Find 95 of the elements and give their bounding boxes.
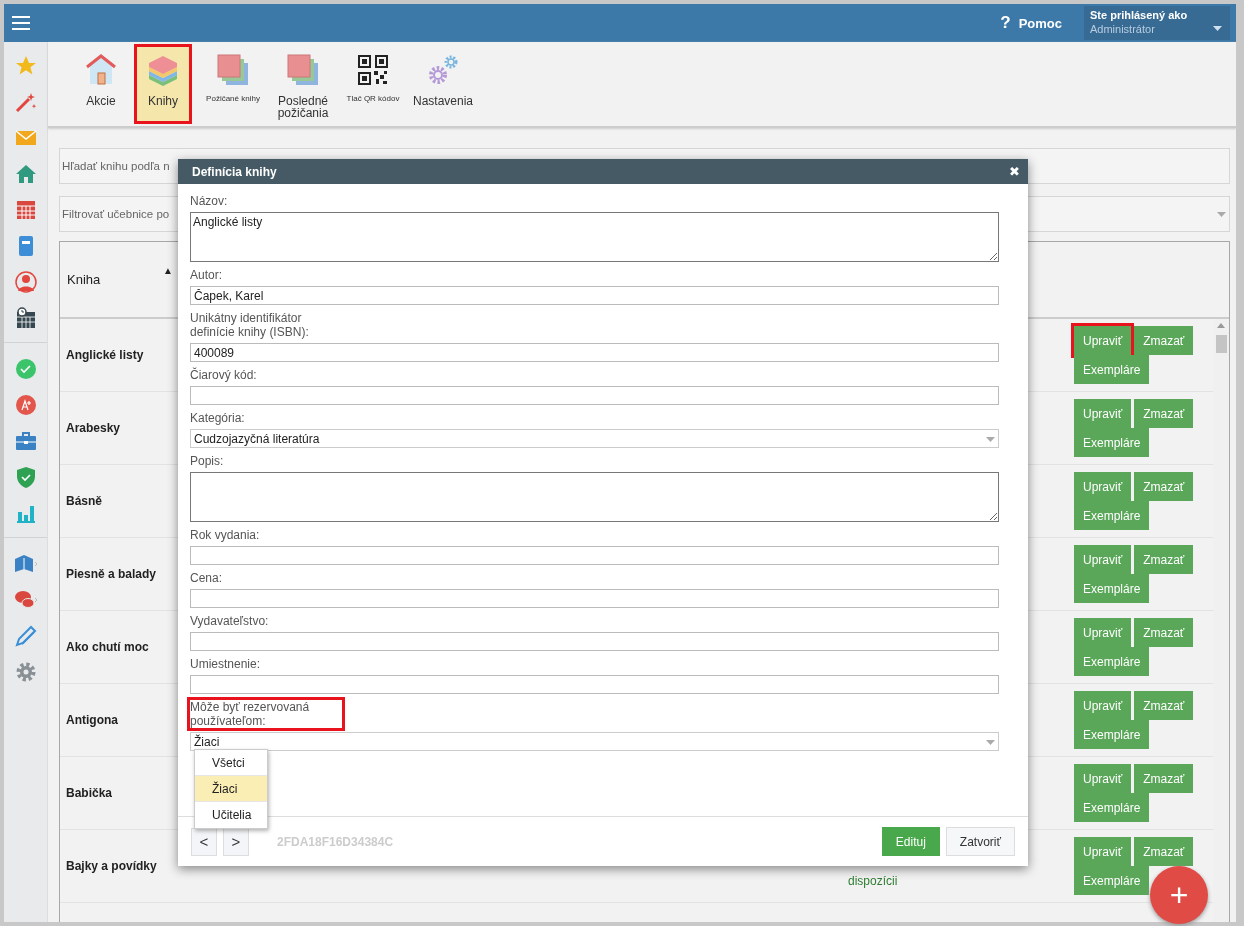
toolbar-button[interactable]: Nastavenia: [414, 44, 472, 124]
delete-button[interactable]: Zmazať: [1134, 399, 1194, 428]
caret-icon: [1217, 212, 1226, 217]
menu-icon[interactable]: [12, 16, 30, 30]
input-field[interactable]: [190, 675, 999, 694]
edit-button[interactable]: Upraviť: [1074, 545, 1132, 574]
toolbar-button[interactable]: Požičané knihy: [196, 44, 270, 124]
scroll-thumb[interactable]: [1216, 335, 1227, 353]
scroll-up-icon[interactable]: [1217, 323, 1225, 328]
help-link[interactable]: Pomoc: [1018, 15, 1062, 31]
book-title: Básně: [66, 494, 103, 508]
edit-button[interactable]: Upraviť: [1074, 618, 1132, 647]
check-circle-icon[interactable]: [13, 357, 38, 381]
pencil-icon[interactable]: [13, 624, 38, 648]
layers-icon: [146, 53, 180, 87]
field-label: Vydavateľstvo:: [189, 613, 270, 630]
field-label: Rok vydania:: [189, 527, 261, 544]
delete-button[interactable]: Zmazať: [1134, 545, 1194, 574]
select-field[interactable]: Žiaci: [190, 732, 999, 751]
input-field[interactable]: [190, 589, 999, 608]
field-label: Cena:: [189, 570, 224, 587]
delete-button[interactable]: Zmazať: [1134, 837, 1194, 866]
book-title: Arabesky: [66, 421, 121, 435]
delete-button[interactable]: Zmazať: [1134, 691, 1194, 720]
copies-button[interactable]: Exempláre: [1074, 793, 1150, 822]
copies-button[interactable]: Exempláre: [1074, 501, 1150, 530]
toolbar-button[interactable]: Knihy: [134, 44, 192, 124]
column-header[interactable]: Kniha: [67, 272, 163, 287]
edit-button[interactable]: Upraviť: [1074, 764, 1132, 793]
field-label: Popis:: [189, 453, 225, 470]
user-label: Ste prihlásený ako: [1090, 9, 1189, 21]
field-label: Môže byť rezervovaná používateľom:: [187, 697, 345, 731]
edit-button[interactable]: Upraviť: [1074, 472, 1132, 501]
toolbar-button[interactable]: Akcie: [72, 44, 130, 124]
next-button[interactable]: >: [223, 827, 249, 856]
edit-button[interactable]: Upraviť: [1074, 399, 1132, 428]
caret-icon: [986, 437, 995, 442]
close-button[interactable]: Zatvoriť: [945, 827, 1015, 856]
toolbar-button[interactable]: Posledné požičania: [274, 44, 332, 124]
copies-button[interactable]: Exempláre: [1074, 574, 1150, 603]
book-title: Ako chutí moc: [66, 640, 149, 654]
copies-button[interactable]: Exempláre: [1074, 866, 1150, 895]
toolbar-button[interactable]: Tlač QR kódov: [336, 44, 410, 124]
input-field[interactable]: [190, 386, 999, 405]
add-button[interactable]: +: [1150, 866, 1208, 924]
field-label: Čiarový kód:: [189, 366, 258, 384]
field-label: Autor:: [189, 267, 223, 284]
previous-button[interactable]: <: [191, 827, 217, 856]
edit-button[interactable]: Edituj: [881, 827, 940, 856]
input-field[interactable]: Čapek, Karel: [190, 286, 999, 305]
stacked-squares-icon: [286, 53, 320, 87]
grade-icon[interactable]: [13, 393, 38, 417]
book-title: Piesně a balady: [66, 567, 157, 581]
field-label: Umiestnenie:: [189, 656, 262, 673]
input-field[interactable]: 400089: [190, 343, 999, 362]
input-field[interactable]: [190, 546, 999, 565]
text-area[interactable]: [190, 472, 999, 522]
availability-status: dispozícii: [848, 874, 898, 890]
input-field[interactable]: [190, 632, 999, 651]
book-title: Anglické listy: [66, 348, 144, 362]
text-area[interactable]: Anglické listy: [190, 212, 999, 262]
select-field[interactable]: Cudzojazyčná literatúra: [190, 429, 999, 448]
dropdown-option[interactable]: Učitelia: [195, 802, 267, 828]
field-label: Unikátny identifikátor definície knihy (ISBN):: [189, 310, 310, 341]
copies-button[interactable]: Exempláre: [1074, 428, 1150, 457]
copies-button[interactable]: Exempláre: [1074, 647, 1150, 676]
help-icon[interactable]: ?: [1000, 13, 1011, 33]
delete-button[interactable]: Zmazať: [1134, 618, 1194, 647]
sort-icon[interactable]: ▲: [163, 265, 173, 276]
caret-icon: [1213, 26, 1222, 31]
book-title: Antigona: [66, 713, 118, 727]
delete-button[interactable]: Zmazať: [1134, 326, 1194, 355]
close-button[interactable]: ✖: [1009, 164, 1020, 179]
qr-code-icon: [356, 53, 390, 87]
user-name: Administrátor: [1090, 23, 1156, 35]
person-icon[interactable]: [13, 270, 38, 294]
copies-button[interactable]: Exempláre: [1074, 355, 1150, 384]
briefcase-icon[interactable]: [13, 429, 38, 453]
field-label: Názov:: [189, 193, 229, 210]
user-menu[interactable]: Ste prihlásený ako Administrátor: [1084, 6, 1230, 40]
book-title: Babička: [66, 786, 113, 800]
edit-button[interactable]: Upraviť: [1074, 837, 1132, 866]
gears-icon: [426, 53, 460, 87]
edit-button[interactable]: Upraviť: [1074, 326, 1132, 355]
delete-button[interactable]: Zmazať: [1134, 472, 1194, 501]
book-title: Bajky a povídky: [66, 859, 157, 873]
dialog-title: Definícia knihy: [192, 164, 278, 179]
caret-icon: [986, 740, 995, 745]
stacked-squares-icon: [216, 53, 250, 87]
field-label: Kategória:: [189, 410, 246, 427]
dropdown-option[interactable]: Žiaci: [195, 776, 267, 802]
delete-button[interactable]: Zmazať: [1134, 764, 1194, 793]
copies-button[interactable]: Exempláre: [1074, 720, 1150, 749]
edit-button[interactable]: Upraviť: [1074, 691, 1132, 720]
house-icon: [84, 53, 118, 87]
